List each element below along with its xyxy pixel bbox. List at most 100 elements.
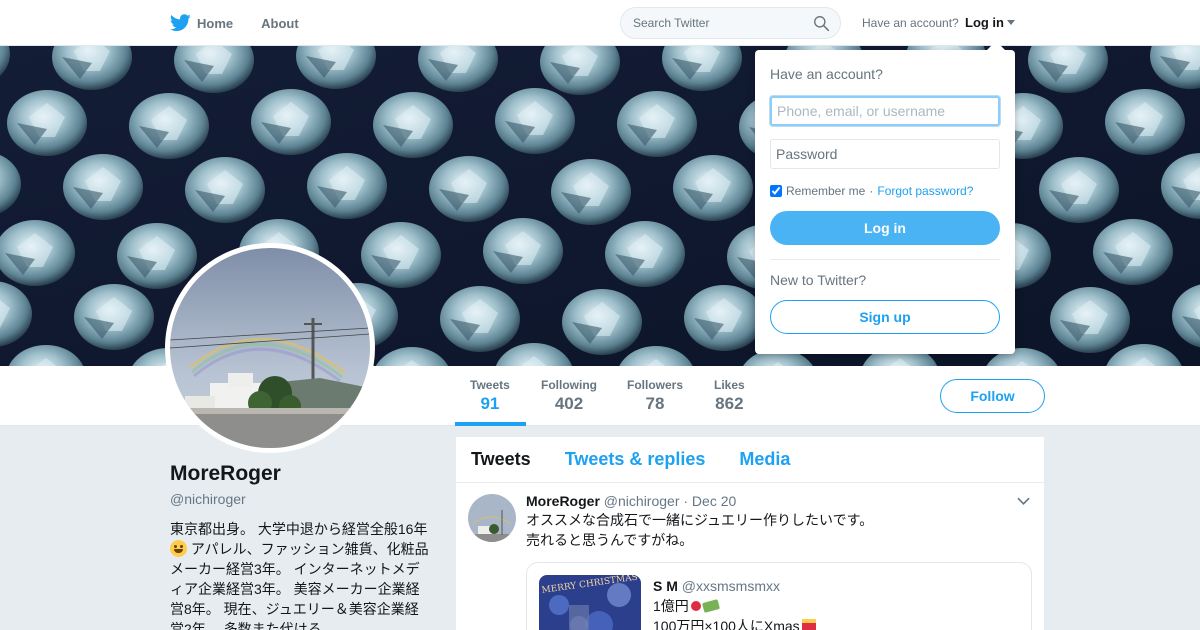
twitter-bird-icon [170, 14, 191, 32]
password-field[interactable] [770, 139, 1000, 169]
caret-down-icon [1007, 20, 1015, 25]
quoted-author-name: S M [653, 578, 678, 594]
smile-emoji-icon [170, 540, 187, 557]
profile-handle[interactable]: @nichiroger [170, 491, 440, 507]
tweet-item[interactable]: MoreRoger @nichiroger · Dec 20 オススメな合成石で… [456, 483, 1044, 630]
timeline: Tweets Tweets & replies Media MoreRoger … [456, 437, 1044, 630]
search-input[interactable] [621, 8, 801, 38]
top-navigation-bar: Home About Have an account? Log in [0, 0, 1200, 46]
stat-following[interactable]: Following 402 [541, 378, 597, 414]
stat-value: 862 [715, 394, 744, 413]
stat-tweets[interactable]: Tweets 91 [470, 378, 510, 414]
login-dropdown-toggle[interactable]: Log in [965, 15, 1015, 30]
tweet-header: MoreRoger @nichiroger · Dec 20 [526, 493, 1032, 509]
nav-home[interactable]: Home [170, 14, 233, 32]
diamond-shape [684, 285, 764, 351]
signup-button[interactable]: Sign up [770, 300, 1000, 334]
new-to-twitter-text: New to Twitter? [770, 272, 867, 288]
bio-text: 東京都出身。 大学中退から経営全般16年 [170, 521, 428, 537]
diamond-shape [562, 289, 642, 355]
diamond-shape [1105, 89, 1185, 155]
tweet-text: オススメな合成石で一緒にジュエリー作りしたいです。 売れると思うんですがね。 [526, 510, 1032, 550]
diamond-shape [117, 223, 197, 289]
stat-value: 78 [645, 394, 665, 413]
tweet-avatar-photo [468, 494, 516, 542]
tweet-avatar[interactable] [468, 494, 516, 542]
remember-me-label[interactable]: Remember me [786, 184, 865, 198]
gift-emoji-icon [801, 619, 816, 630]
quoted-tweet-body: S M @xxsmsmsmxx 1億円 100万円×100人にXmas [653, 576, 816, 630]
quoted-text-line: 1億円 [653, 598, 689, 614]
rose-emoji-icon [690, 601, 701, 611]
avatar-photo [170, 248, 370, 448]
diamond-shape [63, 154, 143, 220]
follow-button[interactable]: Follow [940, 379, 1045, 413]
diamond-shape [483, 218, 563, 284]
nav-about-label: About [261, 15, 299, 31]
stat-value: 402 [554, 394, 584, 413]
forgot-password-link[interactable]: Forgot password? [877, 184, 973, 198]
diamond-shape [605, 221, 685, 287]
diamond-shape [373, 92, 453, 158]
tweet-text-line: 売れると思うんですがね。 [526, 532, 694, 548]
tab-media[interactable]: Media [739, 449, 790, 470]
quoted-text-line: 100万円×100人にXmas [653, 618, 800, 630]
tweet-author-handle[interactable]: @nichiroger [604, 493, 680, 509]
diamond-shape [7, 90, 87, 156]
stat-value: 91 [480, 394, 500, 413]
tweet-date[interactable]: · Dec 20 [683, 493, 736, 509]
diamond-shape [251, 89, 331, 155]
active-stat-underline [455, 422, 526, 426]
diamond-shape [361, 222, 441, 288]
diamond-shape [74, 284, 154, 350]
stat-likes[interactable]: Likes 862 [714, 378, 745, 414]
stat-followers[interactable]: Followers 78 [627, 378, 683, 414]
profile-avatar[interactable] [165, 243, 375, 453]
stat-label: Likes [714, 378, 745, 392]
username-field[interactable] [770, 96, 1000, 126]
nav-about[interactable]: About [261, 16, 299, 31]
login-link-label: Log in [965, 15, 1004, 30]
timeline-tabs: Tweets Tweets & replies Media [456, 437, 1044, 483]
tab-tweets-replies[interactable]: Tweets & replies [565, 449, 706, 470]
quoted-author-handle: @xxsmsmsmxx [681, 578, 780, 594]
diamond-shape [129, 93, 209, 159]
diamond-shape [1050, 287, 1130, 353]
diamond-shape [307, 153, 387, 219]
search-icon[interactable] [813, 15, 830, 32]
profile-name[interactable]: MoreRoger [170, 462, 440, 486]
nav-left: Home About [170, 0, 327, 46]
diamond-shape [673, 155, 753, 221]
bio-text: アパレル、ファッション雑貨、化粧品メーカー経営3年。 インターネットメディア企業… [170, 541, 429, 630]
remember-me-checkbox[interactable] [770, 185, 782, 197]
tab-tweets[interactable]: Tweets [471, 449, 531, 470]
dropdown-divider [770, 259, 1000, 260]
have-account-text: Have an account? [862, 16, 959, 30]
profile-bio: 東京都出身。 大学中退から経営全般16年 アパレル、ファッション雑貨、化粧品メー… [170, 519, 432, 630]
diamond-shape [185, 157, 265, 223]
diamond-shape [1093, 219, 1173, 285]
tweet-author-name[interactable]: MoreRoger [526, 493, 600, 509]
diamond-shape [551, 159, 631, 225]
tweet-text-line: オススメな合成石で一緒にジュエリー作りしたいです。 [526, 512, 874, 528]
diamond-shape [429, 156, 509, 222]
dropdown-title: Have an account? [770, 66, 883, 82]
stat-label: Following [541, 378, 597, 392]
separator-dot: · [869, 184, 874, 198]
stat-label: Tweets [470, 378, 510, 392]
diamond-shape [440, 286, 520, 352]
stat-label: Followers [627, 378, 684, 392]
chevron-down-icon[interactable] [1017, 497, 1030, 505]
christmas-image: MERRY CHRISTMAS [539, 575, 641, 630]
login-button[interactable]: Log in [770, 211, 1000, 245]
login-dropdown: Have an account? Remember me · Forgot pa… [755, 41, 1015, 354]
quoted-tweet-image[interactable]: MERRY CHRISTMAS [539, 575, 641, 630]
diamond-shape [617, 91, 697, 157]
remember-row: Remember me · Forgot password? [770, 184, 1000, 198]
diamond-shape [1039, 157, 1119, 223]
diamond-shape [495, 88, 575, 154]
money-emoji-icon [701, 599, 720, 613]
profile-card: MoreRoger @nichiroger 東京都出身。 大学中退から経営全般1… [170, 462, 440, 630]
nav-home-label: Home [197, 15, 234, 31]
quoted-tweet[interactable]: MERRY CHRISTMAS S M @xxsmsmsmxx 1億円 100万… [526, 562, 1032, 630]
